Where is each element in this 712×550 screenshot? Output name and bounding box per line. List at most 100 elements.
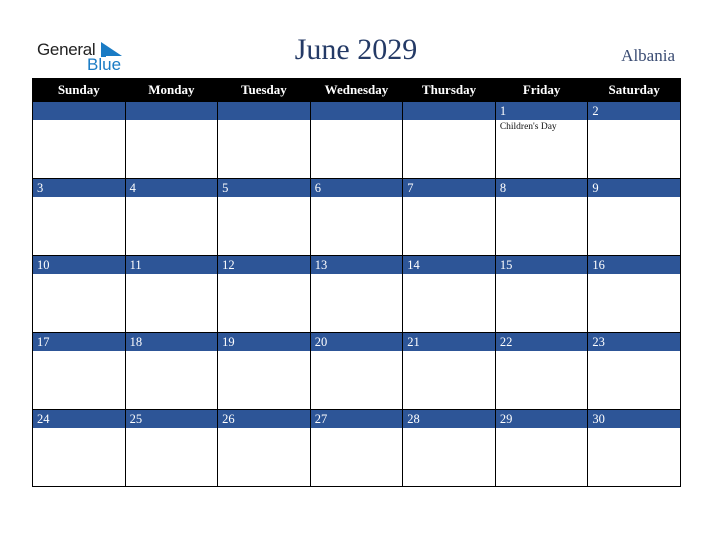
country-label: Albania bbox=[621, 46, 675, 65]
holiday-event bbox=[126, 274, 218, 276]
weekday-header: Sunday bbox=[32, 78, 126, 102]
holiday-event: Children's Day bbox=[499, 122, 557, 132]
weekday-header: Saturday bbox=[587, 78, 681, 102]
day-cell[interactable]: 12 bbox=[217, 255, 311, 333]
holiday-event bbox=[218, 197, 310, 199]
day-cell[interactable]: 15 bbox=[494, 255, 589, 333]
week-row: 3456789 bbox=[32, 178, 681, 256]
day-number: 14 bbox=[403, 256, 495, 274]
day-cell[interactable]: 18 bbox=[124, 332, 219, 410]
day-cell[interactable]: 11 bbox=[124, 255, 219, 333]
day-number: 11 bbox=[125, 256, 218, 274]
day-number bbox=[310, 102, 403, 120]
day-cell[interactable] bbox=[217, 101, 311, 179]
day-number: 2 bbox=[588, 102, 680, 120]
day-cell[interactable]: 26 bbox=[217, 409, 311, 487]
day-number: 16 bbox=[588, 256, 680, 274]
weekday-header: Monday bbox=[124, 78, 219, 102]
day-cell[interactable]: 30 bbox=[587, 409, 681, 487]
holiday-event bbox=[403, 428, 495, 430]
day-number: 22 bbox=[495, 333, 588, 351]
day-cell[interactable]: 1 Children's Day bbox=[494, 101, 589, 179]
day-number bbox=[33, 102, 125, 120]
holiday-event bbox=[33, 274, 125, 276]
day-cell[interactable]: 25 bbox=[124, 409, 219, 487]
holiday-event bbox=[588, 197, 680, 199]
holiday-event bbox=[311, 428, 403, 430]
day-cell[interactable]: 7 bbox=[402, 178, 496, 256]
day-cell[interactable]: 16 bbox=[587, 255, 681, 333]
holiday-event bbox=[588, 351, 680, 353]
day-number: 27 bbox=[310, 410, 403, 428]
day-cell[interactable] bbox=[32, 101, 126, 179]
holiday-event bbox=[496, 351, 588, 353]
holiday-event bbox=[218, 351, 310, 353]
day-number: 4 bbox=[125, 179, 218, 197]
day-number: 25 bbox=[125, 410, 218, 428]
day-cell[interactable]: 6 bbox=[309, 178, 404, 256]
day-number: 12 bbox=[218, 256, 310, 274]
holiday-event bbox=[311, 351, 403, 353]
day-number: 3 bbox=[33, 179, 125, 197]
day-number: 18 bbox=[125, 333, 218, 351]
day-number: 13 bbox=[310, 256, 403, 274]
holiday-event bbox=[311, 274, 403, 276]
day-number: 28 bbox=[403, 410, 495, 428]
day-cell[interactable]: 9 bbox=[587, 178, 681, 256]
holiday-event bbox=[403, 197, 495, 199]
holiday-event bbox=[403, 120, 495, 122]
day-cell[interactable] bbox=[124, 101, 219, 179]
day-cell[interactable]: 13 bbox=[309, 255, 404, 333]
day-cell[interactable]: 8 bbox=[494, 178, 589, 256]
day-cell[interactable]: 24 bbox=[32, 409, 126, 487]
day-cell[interactable]: 4 bbox=[124, 178, 219, 256]
calendar-grid: Sunday Monday Tuesday Wednesday Thursday… bbox=[32, 78, 681, 487]
holiday-event bbox=[218, 274, 310, 276]
day-number: 15 bbox=[495, 256, 588, 274]
holiday-event bbox=[496, 274, 588, 276]
weekday-header: Wednesday bbox=[309, 78, 404, 102]
day-cell[interactable]: 20 bbox=[309, 332, 404, 410]
holiday-event bbox=[33, 120, 125, 122]
day-cell[interactable]: 14 bbox=[402, 255, 496, 333]
weekday-header: Tuesday bbox=[217, 78, 311, 102]
day-number: 26 bbox=[218, 410, 310, 428]
holiday-event bbox=[403, 351, 495, 353]
day-cell[interactable]: 22 bbox=[494, 332, 589, 410]
day-cell[interactable]: 23 bbox=[587, 332, 681, 410]
day-number: 1 bbox=[495, 102, 588, 120]
weekday-header: Friday bbox=[494, 78, 589, 102]
day-cell[interactable]: 29 bbox=[494, 409, 589, 487]
day-number: 17 bbox=[33, 333, 125, 351]
week-row: 17 18 19 20 21 22 23 bbox=[32, 332, 681, 410]
day-cell[interactable]: 3 bbox=[32, 178, 126, 256]
day-number: 19 bbox=[218, 333, 310, 351]
weekday-header-row: Sunday Monday Tuesday Wednesday Thursday… bbox=[32, 78, 681, 102]
holiday-event bbox=[126, 428, 218, 430]
day-number bbox=[403, 102, 495, 120]
day-number: 23 bbox=[588, 333, 680, 351]
day-number bbox=[125, 102, 218, 120]
week-row: 10 11 12 13 14 15 16 bbox=[32, 255, 681, 333]
day-cell[interactable]: 10 bbox=[32, 255, 126, 333]
day-cell[interactable]: 19 bbox=[217, 332, 311, 410]
day-number: 21 bbox=[403, 333, 495, 351]
holiday-event bbox=[588, 274, 680, 276]
holiday-event bbox=[33, 197, 125, 199]
day-cell[interactable]: 2 bbox=[587, 101, 681, 179]
holiday-event bbox=[218, 120, 310, 122]
day-cell[interactable]: 17 bbox=[32, 332, 126, 410]
holiday-event bbox=[311, 197, 403, 199]
day-cell[interactable]: 27 bbox=[309, 409, 404, 487]
holiday-event bbox=[126, 197, 218, 199]
day-number: 10 bbox=[33, 256, 125, 274]
page-title: June 2029 bbox=[294, 33, 418, 66]
day-cell[interactable] bbox=[402, 101, 496, 179]
day-cell[interactable]: 28 bbox=[402, 409, 496, 487]
day-cell[interactable]: 21 bbox=[402, 332, 496, 410]
day-cell[interactable] bbox=[309, 101, 404, 179]
day-cell[interactable]: 5 bbox=[217, 178, 311, 256]
holiday-event bbox=[126, 120, 218, 122]
week-row: 24 25 26 27 28 29 30 bbox=[32, 409, 681, 487]
day-number: 9 bbox=[588, 179, 680, 197]
